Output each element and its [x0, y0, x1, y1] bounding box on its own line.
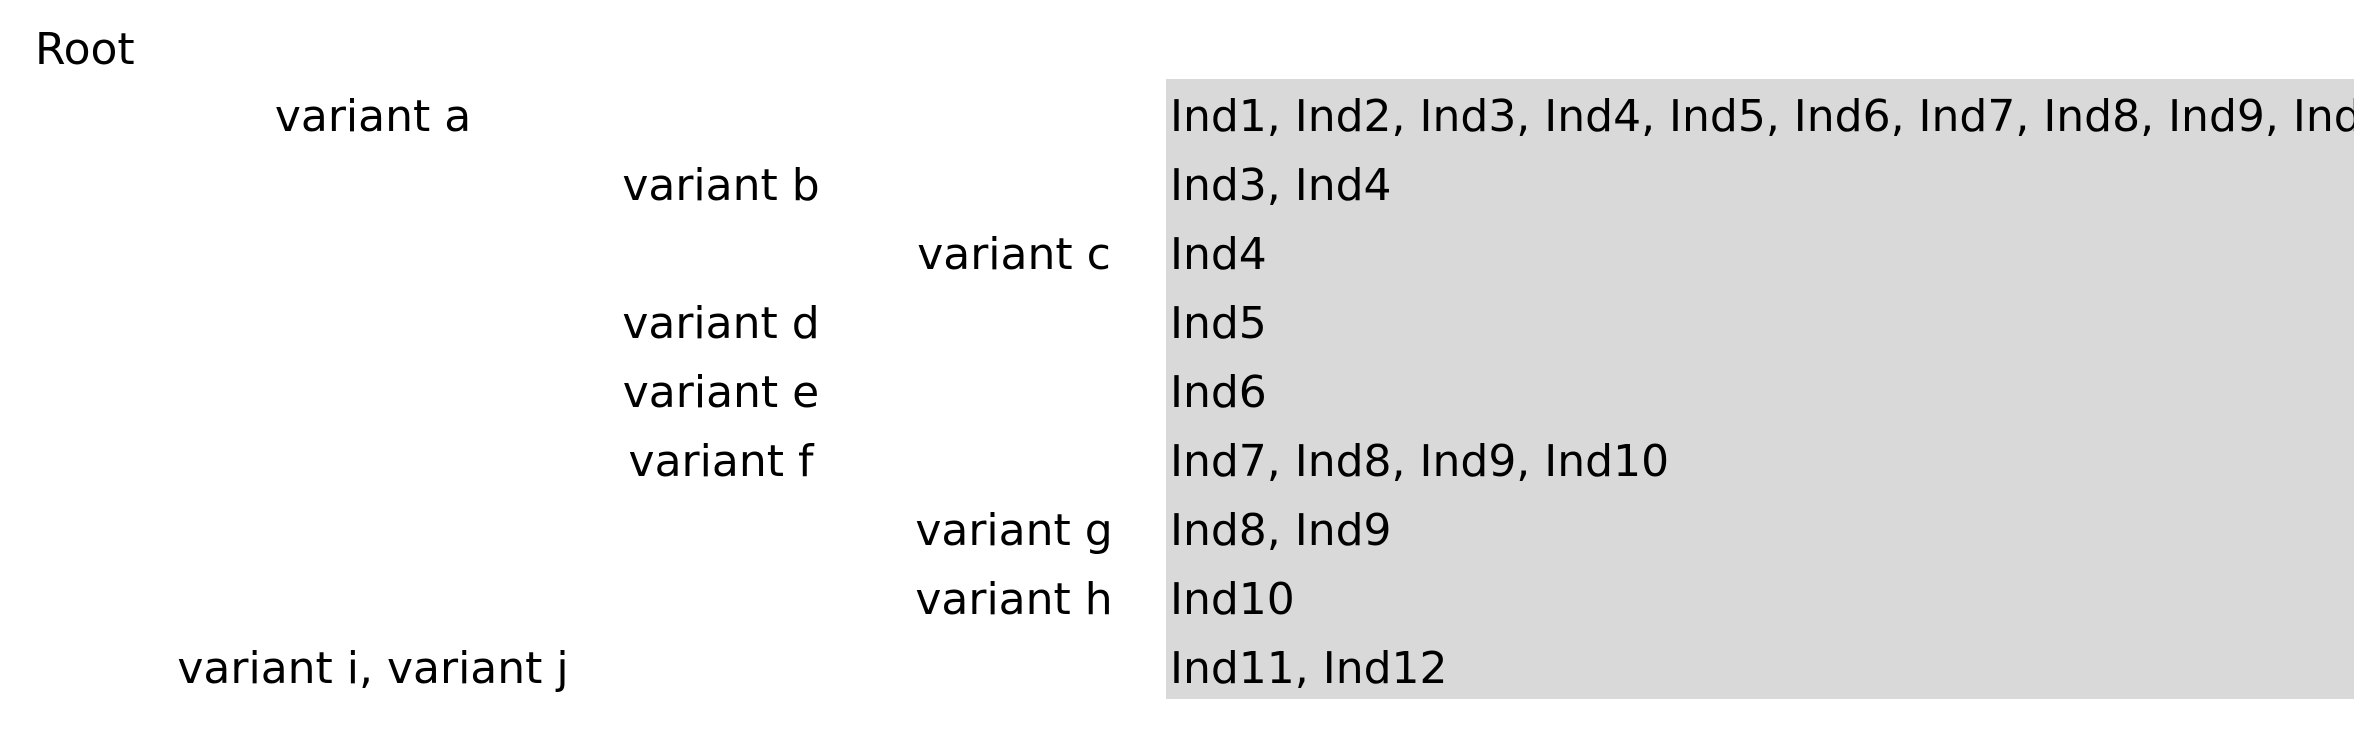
individuals-list: Ind4 [1170, 229, 1267, 280]
individuals-list: Ind7, Ind8, Ind9, Ind10 [1170, 436, 1670, 487]
individuals-list: Ind3, Ind4 [1170, 160, 1392, 211]
tree-root-label: Root [35, 24, 135, 75]
variant-label: variant a [274, 91, 472, 142]
variant-tree-diagram: Root variant a variant b variant c varia… [0, 0, 2354, 729]
individuals-list: Ind6 [1170, 367, 1267, 418]
variant-label: variant d [622, 298, 820, 349]
tree-row-ij: variant i, variant j [0, 637, 1166, 706]
tree-row-a: variant a [0, 85, 1166, 154]
variant-label: variant b [622, 160, 820, 211]
variant-label: variant e [622, 367, 820, 418]
tree-row-e: variant e [0, 361, 1166, 430]
variant-label: variant h [915, 574, 1113, 625]
individuals-list: Ind8, Ind9 [1170, 505, 1392, 556]
variant-label: variant i, variant j [177, 643, 569, 694]
variant-label: variant g [915, 505, 1113, 556]
individuals-list: Ind11, Ind12 [1170, 643, 1448, 694]
individuals-list: Ind5 [1170, 298, 1267, 349]
tree-row-d: variant d [0, 292, 1166, 361]
variant-label: variant f [628, 436, 814, 487]
tree-row-c: variant c [0, 223, 1166, 292]
individuals-list: Ind10 [1170, 574, 1295, 625]
tree-row-h: variant h [0, 568, 1166, 637]
individuals-list: Ind1, Ind2, Ind3, Ind4, Ind5, Ind6, Ind7… [1170, 91, 2354, 142]
tree-row-g: variant g [0, 499, 1166, 568]
tree-row-b: variant b [0, 154, 1166, 223]
variant-label: variant c [917, 229, 1111, 280]
tree-row-f: variant f [0, 430, 1166, 499]
individuals-panel: Ind1, Ind2, Ind3, Ind4, Ind5, Ind6, Ind7… [1166, 79, 2354, 699]
